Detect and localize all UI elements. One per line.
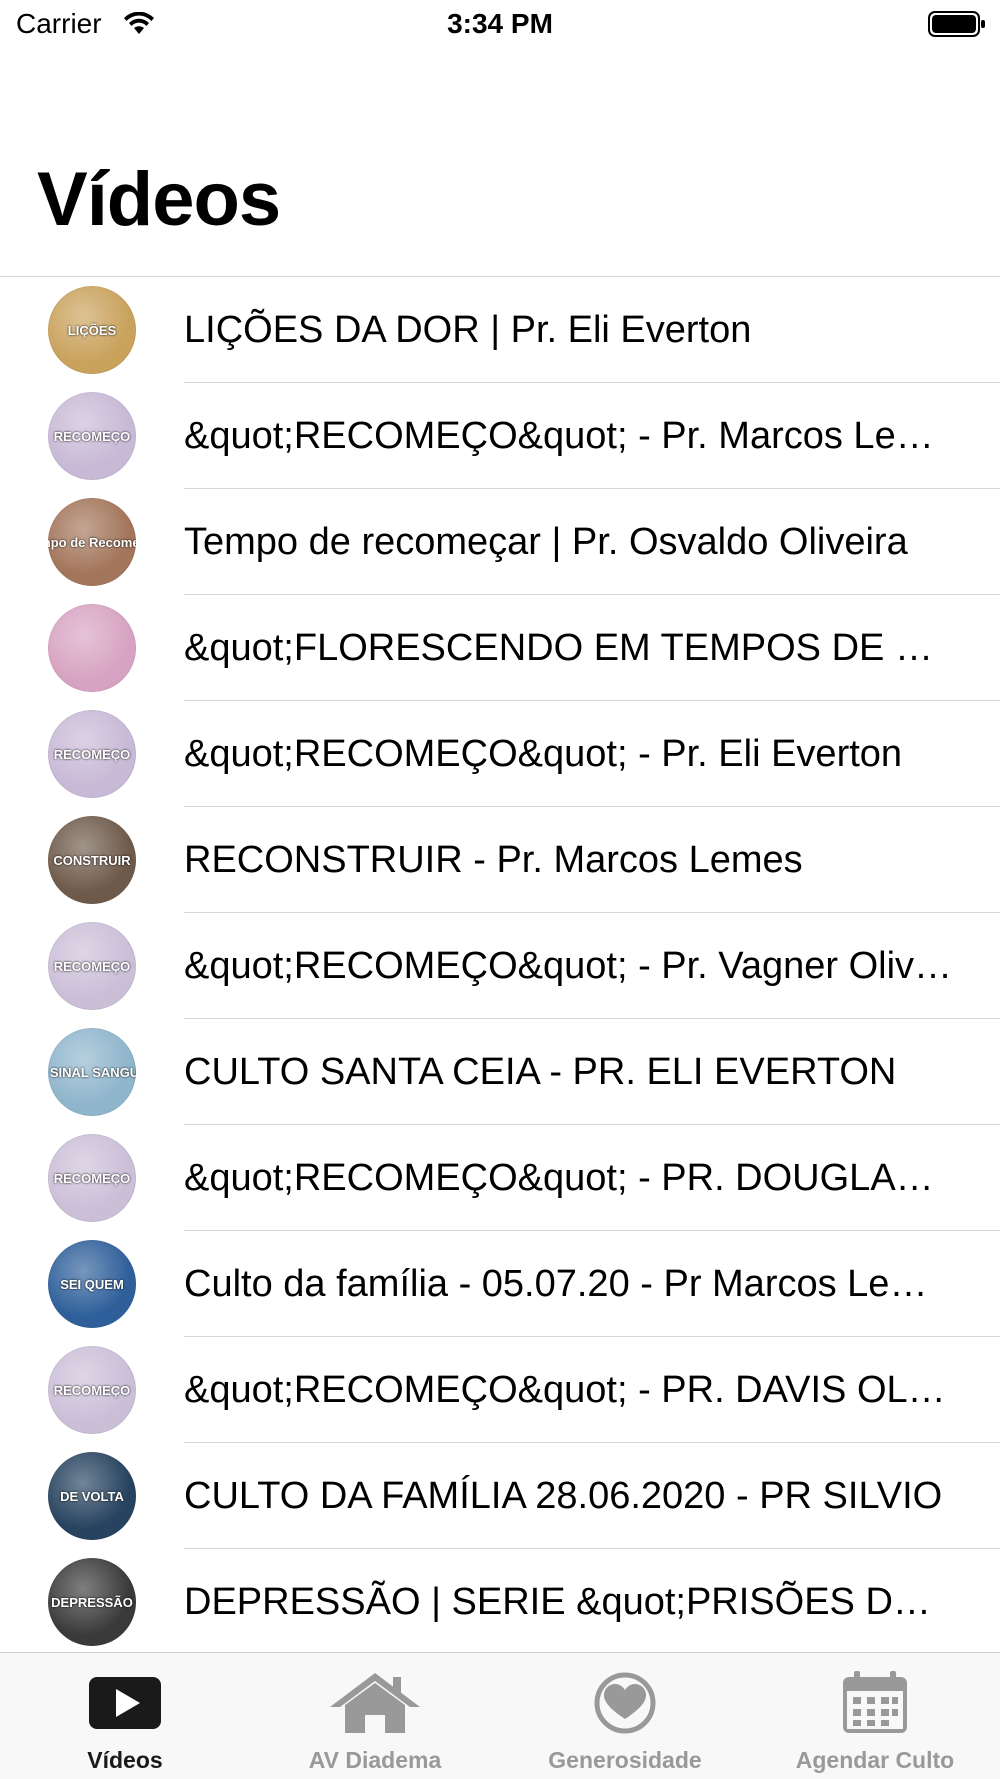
thumbnail-label: Tempo de Recomeçar: [48, 534, 136, 550]
list-item[interactable]: DE VOLTA CULTO DA FAMÍLIA 28.06.2020 - PR…: [0, 1443, 1000, 1549]
thumbnail-label: CONSTRUIR: [53, 852, 131, 868]
list-item[interactable]: O SINAL SANGUE CULTO SANTA CEIA - PR. ELI…: [0, 1019, 1000, 1125]
video-title: LIÇÕES DA DOR | Pr. Eli Everton: [184, 309, 752, 351]
video-title: Tempo de recomeçar | Pr. Osvaldo Oliveir…: [184, 521, 908, 563]
list-item[interactable]: CONSTRUIR RECONSTRUIR - Pr. Marcos Lemes: [0, 807, 1000, 913]
video-thumbnail: DEPRESSÃO: [48, 1558, 136, 1646]
status-bar: Carrier 3:34 PM: [0, 0, 1000, 50]
video-thumbnail: [48, 604, 136, 692]
tab-label: Vídeos: [87, 1747, 163, 1773]
video-title: RECONSTRUIR - Pr. Marcos Lemes: [184, 839, 803, 881]
video-thumbnail: RECOMEÇO: [48, 392, 136, 480]
heart-icon: [500, 1669, 750, 1735]
video-thumbnail: RECOMEÇO: [48, 1346, 136, 1434]
thumbnail-label: LIÇÕES: [67, 322, 117, 338]
page-title: Vídeos: [37, 157, 281, 242]
thumbnail-label: DEPRESSÃO: [51, 1594, 133, 1610]
tab-videos[interactable]: Vídeos: [0, 1653, 250, 1779]
video-title: DEPRESSÃO | SERIE &quot;PRISÕES DA ALMA&…: [184, 1581, 954, 1623]
video-thumbnail: RECOMEÇO: [48, 922, 136, 1010]
thumbnail-label: SEI QUEM: [60, 1276, 124, 1292]
list-item[interactable]: DEPRESSÃO DEPRESSÃO | SERIE &quot;PRISÕES…: [0, 1549, 1000, 1655]
list-item[interactable]: RECOMEÇO &quot;RECOMEÇO&quot; - PR. DOUGL…: [0, 1125, 1000, 1231]
tab-label: Agendar Culto: [795, 1747, 955, 1773]
status-time: 3:34 PM: [447, 8, 553, 39]
thumbnail-label: RECOMEÇO: [53, 746, 131, 762]
tab-label: Generosidade: [548, 1747, 702, 1773]
video-thumbnail: O SINAL SANGUE: [48, 1028, 136, 1116]
video-title: &quot;FLORESCENDO EM TEMPOS DE CRISE&quo…: [184, 627, 954, 669]
list-item[interactable]: SEI QUEM Culto da família - 05.07.20 - Pr…: [0, 1231, 1000, 1337]
video-thumbnail: Tempo de Recomeçar: [48, 498, 136, 586]
play-icon: [0, 1669, 250, 1735]
list-item[interactable]: RECOMEÇO &quot;RECOMEÇO&quot; - Pr. Vagne…: [0, 913, 1000, 1019]
list-item[interactable]: Tempo de Recomeçar Tempo de recomeçar | P…: [0, 489, 1000, 595]
video-title: &quot;RECOMEÇO&quot; - Pr. Marcos Lemes: [184, 415, 954, 457]
thumbnail-label: RECOMEÇO: [53, 958, 131, 974]
video-thumbnail: CONSTRUIR: [48, 816, 136, 904]
battery-icon: [928, 11, 986, 42]
list-item[interactable]: RECOMEÇO &quot;RECOMEÇO&quot; - Pr. Eli E…: [0, 701, 1000, 807]
video-thumbnail: RECOMEÇO: [48, 710, 136, 798]
list-item[interactable]: RECOMEÇO &quot;RECOMEÇO&quot; - PR. DAVIS…: [0, 1337, 1000, 1443]
thumbnail-label: RECOMEÇO: [53, 1382, 131, 1398]
tab-av-diadema[interactable]: AV Diadema: [250, 1653, 500, 1779]
video-thumbnail: LIÇÕES: [48, 286, 136, 374]
tab-generosidade[interactable]: Generosidade: [500, 1653, 750, 1779]
video-title: Culto da família - 05.07.20 - Pr Marcos …: [184, 1263, 954, 1305]
calendar-icon: [750, 1669, 1000, 1735]
video-title: &quot;RECOMEÇO&quot; - PR. DAVIS OLIVEIR…: [184, 1369, 954, 1411]
thumbnail-label: RECOMEÇO: [53, 1170, 131, 1186]
thumbnail-label: DE VOLTA: [60, 1488, 124, 1504]
video-title: CULTO DA FAMÍLIA 28.06.2020 - PR SILVIO: [184, 1475, 943, 1517]
video-title: &quot;RECOMEÇO&quot; - Pr. Eli Everton: [184, 733, 903, 775]
list-item[interactable]: LIÇÕES LIÇÕES DA DOR | Pr. Eli Everton: [0, 277, 1000, 383]
thumbnail-label: O SINAL SANGUE: [48, 1064, 136, 1080]
home-icon: [250, 1669, 500, 1735]
tab-bar: Vídeos AV Diadema Generosidade Agendar C…: [0, 1652, 1000, 1779]
video-thumbnail: DE VOLTA: [48, 1452, 136, 1540]
video-list: LIÇÕES LIÇÕES DA DOR | Pr. Eli Everton REC…: [0, 277, 1000, 1655]
video-title: CULTO SANTA CEIA - PR. ELI EVERTON: [184, 1051, 897, 1093]
video-thumbnail: SEI QUEM: [48, 1240, 136, 1328]
thumbnail-label: RECOMEÇO: [53, 428, 131, 444]
video-title: &quot;RECOMEÇO&quot; - PR. DOUGLAS FERRE…: [184, 1157, 954, 1199]
video-title: &quot;RECOMEÇO&quot; - Pr. Vagner Olivei…: [184, 945, 954, 987]
tab-agendar-culto[interactable]: Agendar Culto: [750, 1653, 1000, 1779]
list-item[interactable]: RECOMEÇO &quot;RECOMEÇO&quot; - Pr. Marco…: [0, 383, 1000, 489]
tab-label: AV Diadema: [308, 1747, 442, 1773]
list-item[interactable]: &quot;FLORESCENDO EM TEMPOS DE CRISE&quo…: [0, 595, 1000, 701]
video-thumbnail: RECOMEÇO: [48, 1134, 136, 1222]
